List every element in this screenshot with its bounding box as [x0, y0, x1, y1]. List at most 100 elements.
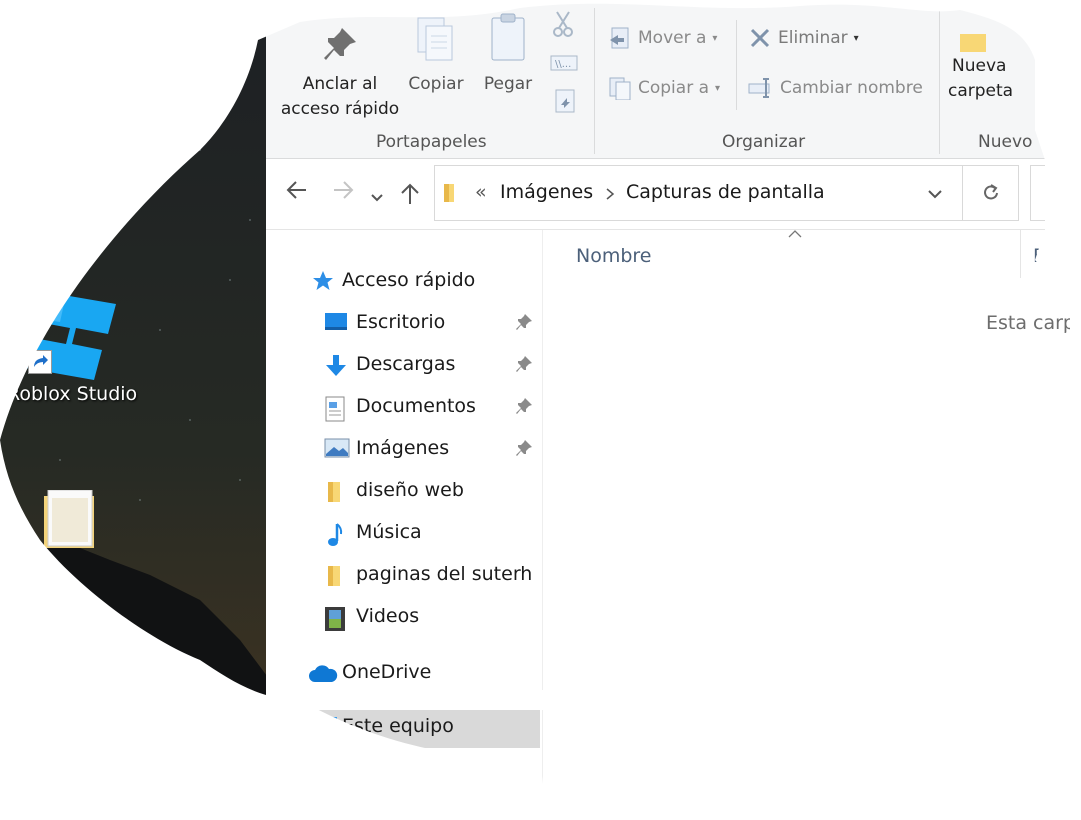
- pin-icon: [324, 28, 356, 60]
- pin-label-line1: Anclar al: [302, 74, 378, 94]
- roblox-studio-label: Roblox Studio: [7, 383, 138, 405]
- sidebar-item-label: OneDrive: [342, 661, 432, 683]
- sidebar-item-paginas-del-suterh[interactable]: paginas del suterh: [266, 556, 542, 596]
- refresh-icon[interactable]: [980, 182, 1002, 204]
- desktop-shortcut-label[interactable]: 7.1: [58, 225, 88, 247]
- sidebar-item-label: Videos: [356, 605, 420, 627]
- pin-icon: [516, 440, 532, 456]
- clipboard-group-label: Portapapeles: [376, 132, 487, 152]
- breadcrumb-imagenes[interactable]: Imágenes: [500, 181, 593, 203]
- sidebar-item-label: Documentos: [356, 395, 476, 417]
- delete-button[interactable]: Eliminar ▾: [748, 26, 859, 50]
- cloud-icon: [309, 665, 338, 682]
- copy-to-button[interactable]: Copiar a ▾: [608, 76, 720, 100]
- file-list: Nombre Es Esta carp: [544, 230, 1081, 820]
- new-group-label: Nuevo: [978, 132, 1033, 152]
- organize-group-label: Organizar: [722, 132, 806, 152]
- sidebar-item-onedrive[interactable]: OneDrive: [266, 654, 542, 694]
- move-to-label: Mover a: [638, 28, 707, 48]
- paste-label: Pegar: [483, 74, 533, 94]
- ribbon-separator: [594, 8, 595, 154]
- pinned-icon[interactable]: [514, 312, 534, 336]
- star-icon: [313, 271, 333, 290]
- folder-icon: [324, 564, 344, 592]
- pinned-icon[interactable]: [514, 354, 534, 378]
- breadcrumb-capturas[interactable]: Capturas de pantalla: [626, 181, 825, 203]
- forward-button[interactable]: [332, 180, 354, 205]
- sidebar-item-videos[interactable]: Videos: [266, 598, 542, 638]
- sidebar-item-label: paginas del suterh: [356, 563, 533, 585]
- sidebar-item-escritorio[interactable]: Escritorio: [266, 304, 542, 344]
- address-dropdown-icon[interactable]: [927, 189, 943, 199]
- roblox-studio-shortcut[interactable]: Roblox Studio: [0, 290, 150, 410]
- navigation-pane: Acceso rápido Escritorio Descargas Documen…: [266, 230, 543, 820]
- sidebar-item-imágenes[interactable]: Imágenes: [266, 430, 542, 470]
- shortcut-arrow-icon: [28, 350, 52, 374]
- rename-label: Cambiar nombre: [780, 78, 923, 98]
- recent-locations-button[interactable]: [370, 184, 384, 208]
- copy-path-icon[interactable]: \\...: [550, 54, 578, 76]
- sidebar-item-label: Acceso rápido: [342, 269, 476, 291]
- folder-icon: [324, 480, 344, 508]
- videos-icon: [324, 606, 346, 636]
- folder-icon: [444, 184, 454, 202]
- pin-label-line2: acceso rápido: [280, 99, 400, 119]
- sidebar-item-descargas[interactable]: Descargas: [266, 346, 542, 386]
- new-folder-label-line2: carpeta: [948, 81, 1014, 101]
- ribbon-separator: [939, 8, 940, 154]
- pin-icon: [516, 314, 532, 330]
- address-bar[interactable]: « Imágenes Capturas de pantalla: [434, 165, 1019, 221]
- back-arrow-icon: [286, 181, 306, 199]
- ribbon-separator: [736, 20, 737, 110]
- desktop-shortcut-label[interactable]: ice: [82, 195, 109, 217]
- sidebar-item-label: Este equipo: [342, 715, 454, 737]
- documents-icon: [324, 396, 346, 426]
- sidebar-item-label: Escritorio: [356, 311, 446, 333]
- paste-shortcut-icon[interactable]: [554, 86, 576, 118]
- pin-icon: [516, 356, 532, 372]
- pinned-icon[interactable]: [514, 438, 534, 462]
- cut-icon[interactable]: [552, 10, 574, 42]
- chevron-right-icon: [606, 188, 615, 200]
- downloads-icon: [324, 354, 348, 382]
- sidebar-item-label: Descargas: [356, 353, 456, 375]
- rename-icon: [748, 78, 770, 98]
- sort-ascending-icon: [788, 230, 802, 238]
- file-explorer-window: Anclar al acceso rápido Copiar Pegar \\.…: [266, 0, 1081, 820]
- sidebar-item-this-pc[interactable]: Este equipo: [266, 708, 540, 748]
- up-button[interactable]: [400, 182, 420, 211]
- column-header-name[interactable]: Nombre: [576, 245, 652, 267]
- delete-label: Eliminar: [778, 28, 848, 48]
- copy-button[interactable]: Copiar: [404, 14, 468, 97]
- sidebar-item-label: diseño web: [356, 479, 464, 501]
- column-header-status[interactable]: Es: [1033, 245, 1055, 267]
- paste-icon: [491, 13, 525, 61]
- desktop-folder-icon[interactable]: [42, 489, 97, 550]
- move-to-icon: [610, 27, 629, 49]
- copy-icon: [417, 17, 453, 61]
- pin-icon: [516, 398, 532, 414]
- sidebar-item-documentos[interactable]: Documentos: [266, 388, 542, 428]
- ribbon: Anclar al acceso rápido Copiar Pegar \\.…: [266, 0, 1081, 159]
- sidebar-item-diseño-web[interactable]: diseño web: [266, 472, 542, 512]
- navigation-bar: « Imágenes Capturas de pantalla: [266, 159, 1081, 230]
- move-to-button[interactable]: Mover a ▾: [608, 26, 717, 50]
- delete-icon: [750, 28, 770, 48]
- copy-label: Copiar: [408, 74, 464, 94]
- sidebar-item-música[interactable]: Música: [266, 514, 542, 554]
- back-button[interactable]: [286, 180, 308, 205]
- pinned-icon[interactable]: [514, 396, 534, 420]
- new-folder-label-line1: Nueva: [952, 56, 1007, 76]
- chevron-down-icon: [371, 194, 383, 202]
- sidebar-item-label: Música: [356, 521, 422, 543]
- rename-button[interactable]: Cambiar nombre: [748, 76, 923, 100]
- sidebar-item-quick-access[interactable]: Acceso rápido: [266, 262, 542, 302]
- search-box[interactable]: [1030, 165, 1081, 221]
- paste-button[interactable]: Pegar: [478, 12, 538, 97]
- new-folder-button[interactable]: Nueva carpeta: [946, 24, 1016, 104]
- breadcrumb-overflow[interactable]: «: [475, 181, 487, 203]
- copy-to-label: Copiar a: [638, 78, 710, 98]
- music-icon: [324, 522, 344, 552]
- up-arrow-icon: [401, 183, 419, 204]
- pin-to-quick-access-button[interactable]: Anclar al acceso rápido: [280, 24, 400, 122]
